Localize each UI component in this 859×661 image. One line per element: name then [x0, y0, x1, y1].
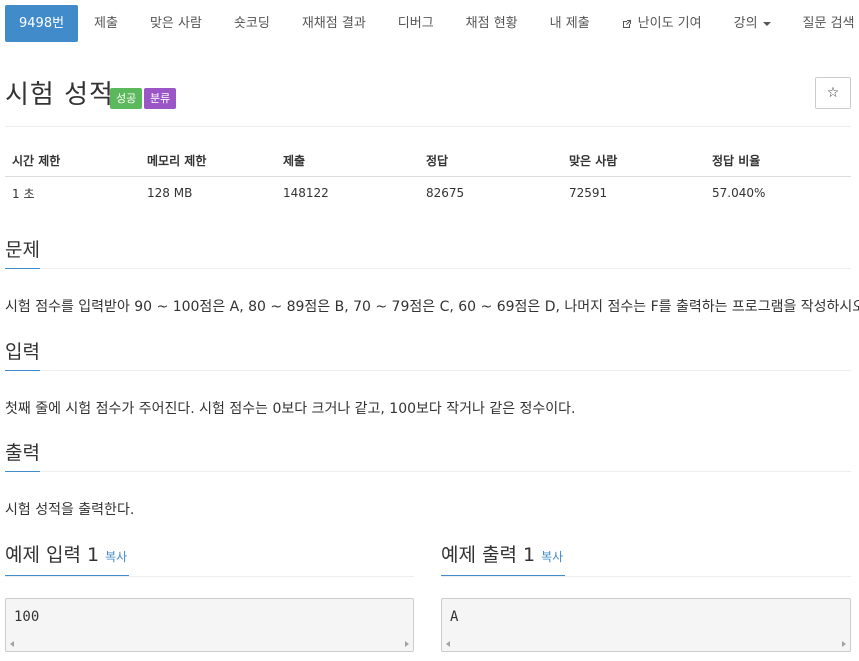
tab-label: 제출: [94, 16, 118, 31]
tab-submit[interactable]: 제출: [78, 5, 134, 42]
section-heading: 예제 출력 1 복사: [441, 543, 566, 576]
output-description: 시험 성적을 출력한다.: [5, 502, 135, 518]
tab-status[interactable]: 채점 현황: [450, 5, 534, 42]
problem-description: 시험 점수를 입력받아 90 ~ 100점은 A, 80 ~ 89점은 B, 7…: [5, 299, 859, 315]
tab-label: 질문 검색: [802, 16, 855, 31]
caret-down-icon: [762, 21, 771, 26]
tab-label: 9498번: [19, 16, 65, 31]
table-header: 시간 제한: [5, 144, 140, 177]
input-description: 첫째 줄에 시험 점수가 주어진다. 시험 점수는 0보다 크거나 같고, 10…: [5, 401, 576, 417]
sample-output-title: 예제 출력 1: [441, 544, 536, 566]
tab-label: 난이도 기여: [637, 16, 702, 31]
problem-header: 시험 성적 성공 분류 ☆: [5, 72, 851, 127]
sample-output-box[interactable]: A: [441, 598, 851, 652]
table-cell: 72591: [569, 186, 608, 200]
tab-label: 재채점 결과: [301, 16, 366, 31]
tab-label: 숏코딩: [233, 16, 270, 31]
scroll-right-icon[interactable]: [405, 641, 409, 647]
section-heading: 출력: [5, 441, 40, 472]
tab-label: 내 제출: [549, 16, 590, 31]
tab-difficulty-contribution[interactable]: 난이도 기여: [606, 5, 718, 42]
table-cell: 128 MB: [147, 186, 193, 200]
tab-label: 디버그: [397, 16, 434, 31]
horizontal-scrollbar[interactable]: [7, 638, 412, 650]
table-cell: 82675: [426, 186, 465, 200]
tab-label: 강의: [733, 16, 758, 31]
output-section-header: 출력: [5, 441, 851, 472]
table-header: 맞은 사람: [562, 144, 705, 177]
scroll-left-icon[interactable]: [446, 641, 450, 647]
table-header: 메모리 제한: [140, 144, 276, 177]
category-badge[interactable]: 분류: [144, 88, 177, 109]
problem-info-table: 시간 제한 메모리 제한 제출 정답 맞은 사람 정답 비율 1 초 128 M…: [5, 144, 851, 209]
page-title: 시험 성적: [5, 80, 114, 110]
table-row: 1 초 128 MB 148122 82675 72591 57.040%: [5, 177, 851, 210]
tab-rejudge-results[interactable]: 재채점 결과: [286, 5, 382, 42]
tab-accepted-users[interactable]: 맞은 사람: [134, 5, 218, 42]
tab-lectures-dropdown[interactable]: 강의: [718, 5, 787, 42]
problem-section-header: 문제: [5, 238, 851, 269]
sample-input-header: 예제 입력 1 복사: [5, 543, 414, 577]
copy-input-button[interactable]: 복사: [105, 550, 127, 564]
tab-my-submissions[interactable]: 내 제출: [534, 5, 606, 42]
scroll-left-icon[interactable]: [10, 641, 14, 647]
horizontal-scrollbar[interactable]: [443, 638, 849, 650]
tab-label: 맞은 사람: [149, 16, 202, 31]
scroll-right-icon[interactable]: [842, 641, 846, 647]
external-link-icon: [622, 19, 631, 28]
tab-question-search[interactable]: 질문 검색: [787, 5, 859, 42]
section-heading: 문제: [5, 238, 40, 269]
star-icon: ☆: [826, 85, 840, 101]
tab-debug[interactable]: 디버그: [382, 5, 450, 42]
table-cell: 1 초: [12, 186, 35, 201]
table-header: 정답: [419, 144, 562, 177]
sample-output-header: 예제 출력 1 복사: [441, 543, 851, 577]
copy-output-button[interactable]: 복사: [541, 550, 563, 564]
problem-nav: 9498번 제출 맞은 사람 숏코딩 재채점 결과 디버그 채점 현황 내 제출…: [5, 5, 859, 42]
tab-label: 채점 현황: [465, 16, 518, 31]
section-heading: 입력: [5, 340, 40, 371]
input-section-header: 입력: [5, 340, 851, 371]
favorite-button[interactable]: ☆: [815, 77, 851, 109]
tab-short-coding[interactable]: 숏코딩: [218, 5, 286, 42]
table-header: 제출: [276, 144, 419, 177]
section-heading: 예제 입력 1 복사: [5, 543, 130, 576]
sample-input-title: 예제 입력 1: [5, 544, 100, 566]
sample-input-value: 100: [14, 609, 40, 625]
tab-problem-number[interactable]: 9498번: [5, 5, 79, 42]
sample-input-box[interactable]: 100: [5, 598, 414, 652]
table-header-row: 시간 제한 메모리 제한 제출 정답 맞은 사람 정답 비율: [5, 144, 851, 177]
sample-output-value: A: [450, 609, 459, 625]
status-badge: 성공: [110, 88, 143, 109]
table-cell: 148122: [283, 186, 329, 200]
table-cell: 57.040%: [712, 186, 766, 200]
table-header: 정답 비율: [705, 144, 851, 177]
